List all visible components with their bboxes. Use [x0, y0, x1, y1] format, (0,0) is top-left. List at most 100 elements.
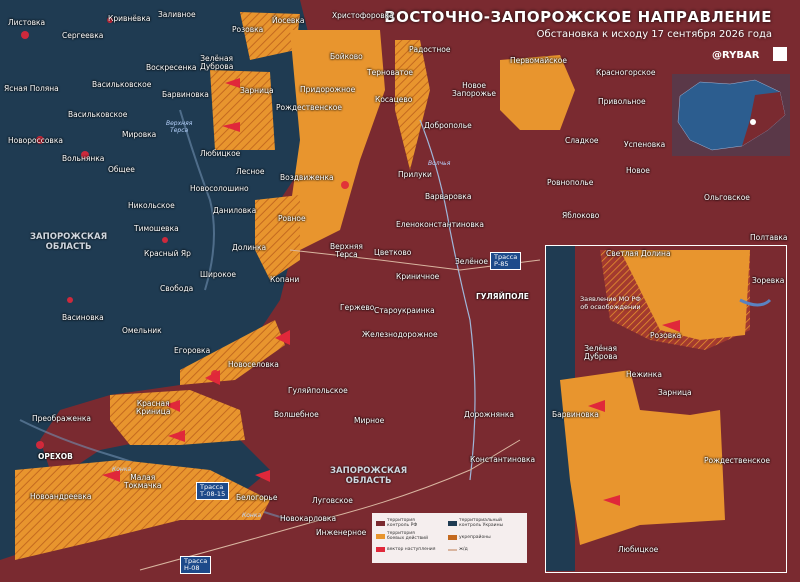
town-label: Новоселовка: [228, 360, 279, 369]
town-label: Вольнянка: [62, 154, 105, 163]
river-label: Верхняя Терса: [166, 120, 193, 134]
legend-item: вектор наступления: [376, 547, 435, 552]
town-label: Лесное: [236, 167, 265, 176]
region-label-zaporizhzhia: ЗАПОРОЖСКАЯ ОБЛАСТЬ: [30, 232, 108, 252]
town-label: Егоровка: [174, 346, 211, 355]
town-label: Верхняя Терса: [330, 242, 363, 259]
town-label: Новое Запорожье: [452, 81, 497, 98]
road-label: Трасса Р-85: [490, 252, 522, 270]
map-legend: территория контроль РФ территория боевых…: [372, 513, 527, 563]
legend-item: территория боевых действий: [376, 531, 428, 541]
legend-item: ж/д: [448, 547, 468, 552]
town-label: Успеновка: [624, 140, 666, 149]
inset-town-label: Нежинка: [626, 370, 662, 379]
town-label: Железнодорожное: [362, 330, 438, 339]
town-label: Сергеевка: [62, 31, 104, 40]
town-label: Бойково: [330, 52, 363, 61]
town-label: Воздвиженка: [280, 173, 334, 182]
road-label: Трасса Н-08: [180, 556, 212, 574]
town-label: Луговское: [312, 496, 353, 505]
town-label: ГУЛЯЙПОЛЕ: [476, 292, 529, 301]
inset-town-label: Зелёная Дуброва: [584, 344, 618, 361]
town-label: Дорожнянка: [464, 410, 514, 419]
town-label: Криничное: [396, 272, 440, 281]
legend-swatch: [448, 535, 457, 540]
town-label: Новое: [626, 166, 650, 175]
legend-item: укрепрайоны: [448, 535, 491, 540]
town-label: Белогорье: [236, 493, 278, 502]
town-label: Йосевка: [272, 16, 305, 25]
town-label: Копани: [270, 275, 300, 284]
town-label: Свобода: [160, 284, 194, 293]
ukraine-overview-map: [672, 74, 790, 156]
combat-zone-rozovka: [210, 70, 275, 150]
town-label: Зелёная Дуброва: [200, 54, 234, 71]
town-label: Сладкое: [565, 136, 599, 145]
strike-marker-icon: [162, 237, 168, 243]
town-label: Долинка: [232, 243, 267, 252]
town-label: Красная Криница: [136, 399, 171, 416]
map-title: ВОСТОЧНО-ЗАПОРОЖСКОЕ НАПРАВЛЕНИЕ: [384, 8, 772, 26]
town-label: Любицкое: [200, 149, 241, 158]
town-label: Ровнополье: [547, 178, 594, 187]
town-label: Христофоровка: [332, 11, 394, 20]
town-label: Общее: [108, 165, 135, 174]
town-label: Инженерное: [316, 528, 367, 537]
qr-code-icon: [773, 47, 787, 61]
town-label: Гуляйпольское: [288, 386, 348, 395]
legend-swatch: [376, 520, 385, 526]
town-label: Васильковское: [92, 80, 152, 89]
town-label: Заливное: [158, 10, 196, 19]
town-label: Первомайское: [510, 56, 568, 65]
town-label: Никольское: [128, 201, 175, 210]
town-label: Зелёное: [455, 257, 488, 266]
town-label: Васиновка: [62, 313, 104, 322]
legend-item: территориальный контроль Украины: [448, 518, 503, 528]
town-label: Еленоконстантиновка: [396, 220, 484, 229]
strike-marker-icon: [341, 181, 349, 189]
town-label: Зарница: [240, 86, 274, 95]
town-label: Даниловка: [213, 206, 257, 215]
inset-town-label: Любицкое: [618, 545, 659, 554]
town-label: Полтавка: [750, 233, 788, 242]
legend-swatch: [376, 533, 385, 539]
town-label: Новороссовка: [8, 136, 63, 145]
town-label: Новосолошино: [190, 184, 249, 193]
rybar-logo: @RYBAR: [712, 50, 760, 61]
town-label: Константиновка: [470, 455, 536, 464]
inset-town-label: Зарница: [658, 388, 692, 397]
town-label: Ольговское: [704, 193, 750, 202]
town-label: ОРЕХОВ: [38, 452, 73, 461]
town-label: Широкое: [200, 270, 236, 279]
town-label: Гержево: [340, 303, 375, 312]
town-label: Ясная Поляна: [4, 84, 59, 93]
river-label: Конка: [112, 466, 132, 473]
town-label: Косацево: [375, 95, 413, 104]
legend-swatch: [376, 547, 385, 552]
legend-swatch: [448, 548, 457, 551]
map-subtitle: Обстановка к исходу 17 сентября 2026 год…: [536, 29, 772, 40]
town-label: Красный Яр: [144, 249, 191, 258]
town-label: Тимошевка: [134, 224, 179, 233]
town-label: Придорожное: [300, 85, 356, 94]
region-label-zaporizhzhia: ЗАПОРОЖСКАЯ ОБЛАСТЬ: [330, 466, 408, 486]
town-label: Малая Токмачка: [124, 473, 162, 490]
strike-marker-icon: [21, 31, 29, 39]
legend-item: территория контроль РФ: [376, 518, 417, 528]
town-label: Прилуки: [398, 170, 432, 179]
inset-callout: Заявление МО РФ об освобождении: [580, 295, 641, 311]
town-label: Доброполье: [424, 121, 472, 130]
strike-marker-icon: [36, 441, 44, 449]
inset-town-label: Барвиновка: [552, 410, 599, 419]
combat-zone-east: [500, 55, 575, 130]
town-label: Волшебное: [274, 410, 319, 419]
road-label: Трасса Т-08-15: [196, 482, 230, 500]
river-label: Волчья: [428, 160, 451, 167]
town-label: Варваровка: [425, 192, 472, 201]
town-label: Преображенка: [32, 414, 91, 423]
town-label: Яблоково: [562, 211, 600, 220]
town-label: Новоандреевка: [30, 492, 92, 501]
town-label: Листовка: [8, 18, 46, 27]
town-label: Воскресенка: [146, 63, 197, 72]
town-label: Ровное: [278, 214, 306, 223]
